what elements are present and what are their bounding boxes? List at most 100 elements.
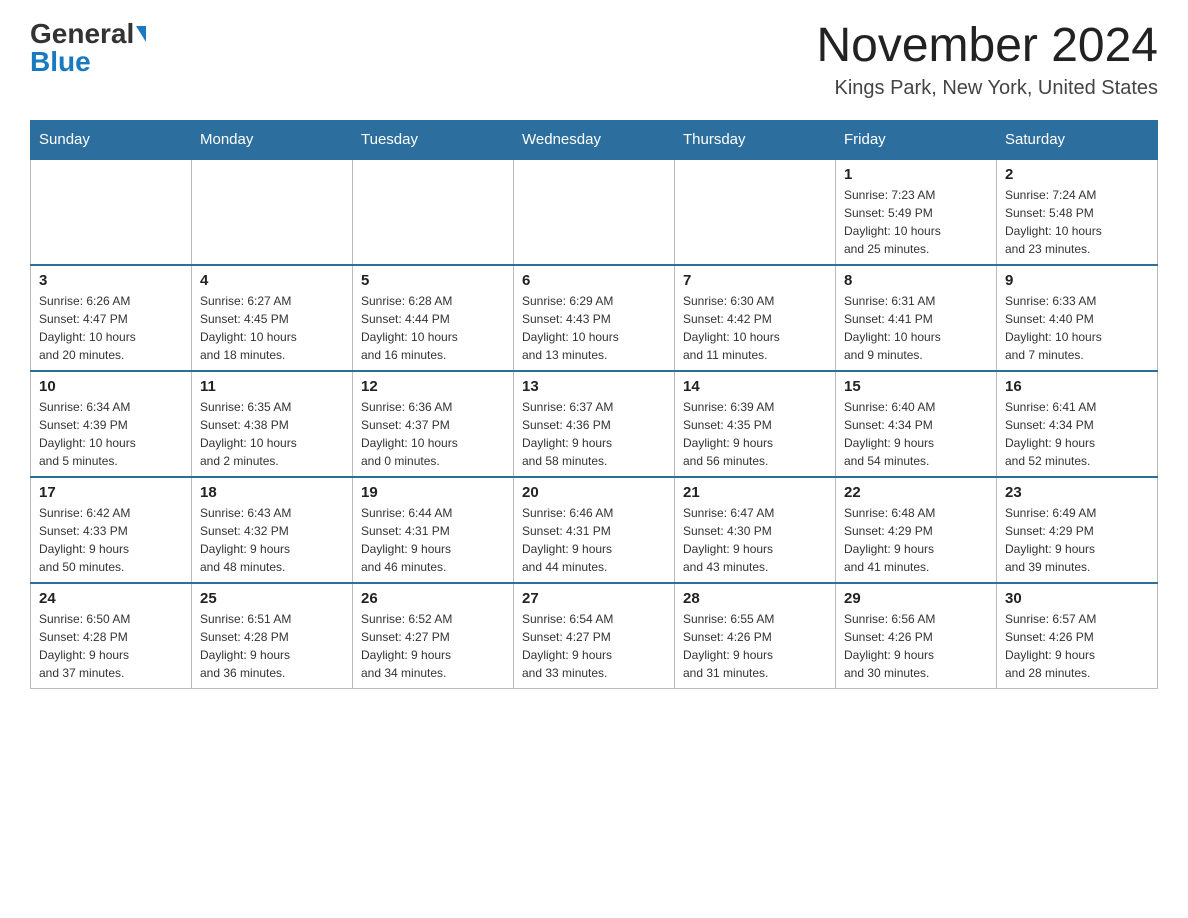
day-info: Sunrise: 6:57 AM Sunset: 4:26 PM Dayligh… [1005,610,1149,682]
day-info: Sunrise: 6:54 AM Sunset: 4:27 PM Dayligh… [522,610,666,682]
logo-triangle-icon [136,26,146,42]
calendar-cell: 27 Sunrise: 6:54 AM Sunset: 4:27 PM Dayli… [514,583,675,689]
day-info: Sunrise: 6:52 AM Sunset: 4:27 PM Dayligh… [361,610,505,682]
calendar-cell: 7Sunrise: 6:30 AM Sunset: 4:42 PM Daylig… [675,265,836,371]
day-number: 23 [1005,484,1149,501]
day-info: Sunrise: 6:41 AM Sunset: 4:34 PM Dayligh… [1005,398,1149,470]
day-number: 28 [683,590,827,607]
day-info: Sunrise: 6:27 AM Sunset: 4:45 PM Dayligh… [200,292,344,364]
day-number: 24 [39,590,183,607]
calendar-cell: 12 Sunrise: 6:36 AM Sunset: 4:37 PM Dayli… [353,371,514,477]
day-info: Sunrise: 6:26 AM Sunset: 4:47 PM Dayligh… [39,292,183,364]
day-info: Sunrise: 6:49 AM Sunset: 4:29 PM Dayligh… [1005,504,1149,576]
weekday-header-sunday: Sunday [31,120,192,159]
day-info: Sunrise: 6:51 AM Sunset: 4:28 PM Dayligh… [200,610,344,682]
day-info: Sunrise: 6:55 AM Sunset: 4:26 PM Dayligh… [683,610,827,682]
week-row-5: 24Sunrise: 6:50 AM Sunset: 4:28 PM Dayli… [31,583,1158,689]
calendar-cell: 13Sunrise: 6:37 AM Sunset: 4:36 PM Dayli… [514,371,675,477]
day-number: 3 [39,272,183,289]
calendar-cell: 24Sunrise: 6:50 AM Sunset: 4:28 PM Dayli… [31,583,192,689]
calendar-cell: 17 Sunrise: 6:42 AM Sunset: 4:33 PM Dayli… [31,477,192,583]
calendar-cell: 26Sunrise: 6:52 AM Sunset: 4:27 PM Dayli… [353,583,514,689]
weekday-header-row: SundayMondayTuesdayWednesdayThursdayFrid… [31,120,1158,159]
day-number: 15 [844,378,988,395]
calendar-cell: 3 Sunrise: 6:26 AM Sunset: 4:47 PM Daylig… [31,265,192,371]
day-number: 18 [200,484,344,501]
logo-general: General [30,20,134,48]
calendar-cell: 14Sunrise: 6:39 AM Sunset: 4:35 PM Dayli… [675,371,836,477]
calendar-cell: 22 Sunrise: 6:48 AM Sunset: 4:29 PM Dayli… [836,477,997,583]
calendar-cell: 20Sunrise: 6:46 AM Sunset: 4:31 PM Dayli… [514,477,675,583]
title-section: November 2024 Kings Park, New York, Unit… [816,20,1158,100]
calendar-cell [675,159,836,265]
day-info: Sunrise: 6:30 AM Sunset: 4:42 PM Dayligh… [683,292,827,364]
calendar-cell: 28 Sunrise: 6:55 AM Sunset: 4:26 PM Dayli… [675,583,836,689]
day-info: Sunrise: 6:37 AM Sunset: 4:36 PM Dayligh… [522,398,666,470]
day-info: Sunrise: 6:36 AM Sunset: 4:37 PM Dayligh… [361,398,505,470]
calendar-cell: 25 Sunrise: 6:51 AM Sunset: 4:28 PM Dayli… [192,583,353,689]
day-number: 5 [361,272,505,289]
calendar-cell [192,159,353,265]
day-number: 6 [522,272,666,289]
day-number: 16 [1005,378,1149,395]
day-number: 12 [361,378,505,395]
day-number: 9 [1005,272,1149,289]
day-info: Sunrise: 7:24 AM Sunset: 5:48 PM Dayligh… [1005,186,1149,258]
weekday-header-friday: Friday [836,120,997,159]
day-number: 4 [200,272,344,289]
day-info: Sunrise: 6:48 AM Sunset: 4:29 PM Dayligh… [844,504,988,576]
day-number: 10 [39,378,183,395]
calendar-table: SundayMondayTuesdayWednesdayThursdayFrid… [30,120,1158,689]
calendar-cell: 15 Sunrise: 6:40 AM Sunset: 4:34 PM Dayli… [836,371,997,477]
month-title: November 2024 [816,20,1158,73]
week-row-4: 17 Sunrise: 6:42 AM Sunset: 4:33 PM Dayli… [31,477,1158,583]
day-info: Sunrise: 6:40 AM Sunset: 4:34 PM Dayligh… [844,398,988,470]
day-number: 25 [200,590,344,607]
day-number: 19 [361,484,505,501]
weekday-header-thursday: Thursday [675,120,836,159]
calendar-cell: 2 Sunrise: 7:24 AM Sunset: 5:48 PM Daylig… [997,159,1158,265]
page-header: General Blue November 2024 Kings Park, N… [30,20,1158,100]
day-info: Sunrise: 6:56 AM Sunset: 4:26 PM Dayligh… [844,610,988,682]
day-info: Sunrise: 6:42 AM Sunset: 4:33 PM Dayligh… [39,504,183,576]
calendar-cell: 29 Sunrise: 6:56 AM Sunset: 4:26 PM Dayli… [836,583,997,689]
calendar-cell: 8 Sunrise: 6:31 AM Sunset: 4:41 PM Daylig… [836,265,997,371]
day-number: 27 [522,590,666,607]
calendar-cell [31,159,192,265]
calendar-cell: 21 Sunrise: 6:47 AM Sunset: 4:30 PM Dayli… [675,477,836,583]
calendar-cell [514,159,675,265]
day-info: Sunrise: 6:33 AM Sunset: 4:40 PM Dayligh… [1005,292,1149,364]
calendar-cell: 11 Sunrise: 6:35 AM Sunset: 4:38 PM Dayli… [192,371,353,477]
week-row-2: 3 Sunrise: 6:26 AM Sunset: 4:47 PM Daylig… [31,265,1158,371]
day-info: Sunrise: 6:35 AM Sunset: 4:38 PM Dayligh… [200,398,344,470]
day-number: 30 [1005,590,1149,607]
day-info: Sunrise: 6:39 AM Sunset: 4:35 PM Dayligh… [683,398,827,470]
day-info: Sunrise: 6:46 AM Sunset: 4:31 PM Dayligh… [522,504,666,576]
logo: General Blue [30,20,146,76]
day-number: 11 [200,378,344,395]
day-info: Sunrise: 6:44 AM Sunset: 4:31 PM Dayligh… [361,504,505,576]
calendar-cell: 16 Sunrise: 6:41 AM Sunset: 4:34 PM Dayli… [997,371,1158,477]
calendar-cell: 10 Sunrise: 6:34 AM Sunset: 4:39 PM Dayli… [31,371,192,477]
day-info: Sunrise: 6:31 AM Sunset: 4:41 PM Dayligh… [844,292,988,364]
calendar-cell [353,159,514,265]
weekday-header-saturday: Saturday [997,120,1158,159]
day-info: Sunrise: 6:47 AM Sunset: 4:30 PM Dayligh… [683,504,827,576]
calendar-cell: 5Sunrise: 6:28 AM Sunset: 4:44 PM Daylig… [353,265,514,371]
day-number: 22 [844,484,988,501]
calendar-cell: 1Sunrise: 7:23 AM Sunset: 5:49 PM Daylig… [836,159,997,265]
day-number: 17 [39,484,183,501]
day-info: Sunrise: 6:29 AM Sunset: 4:43 PM Dayligh… [522,292,666,364]
day-number: 21 [683,484,827,501]
weekday-header-monday: Monday [192,120,353,159]
day-number: 29 [844,590,988,607]
day-number: 8 [844,272,988,289]
calendar-cell: 18Sunrise: 6:43 AM Sunset: 4:32 PM Dayli… [192,477,353,583]
location-title: Kings Park, New York, United States [816,77,1158,100]
calendar-cell: 9 Sunrise: 6:33 AM Sunset: 4:40 PM Daylig… [997,265,1158,371]
day-number: 2 [1005,166,1149,183]
calendar-cell: 6 Sunrise: 6:29 AM Sunset: 4:43 PM Daylig… [514,265,675,371]
logo-blue: Blue [30,48,91,76]
day-info: Sunrise: 6:34 AM Sunset: 4:39 PM Dayligh… [39,398,183,470]
calendar-cell: 30 Sunrise: 6:57 AM Sunset: 4:26 PM Dayli… [997,583,1158,689]
